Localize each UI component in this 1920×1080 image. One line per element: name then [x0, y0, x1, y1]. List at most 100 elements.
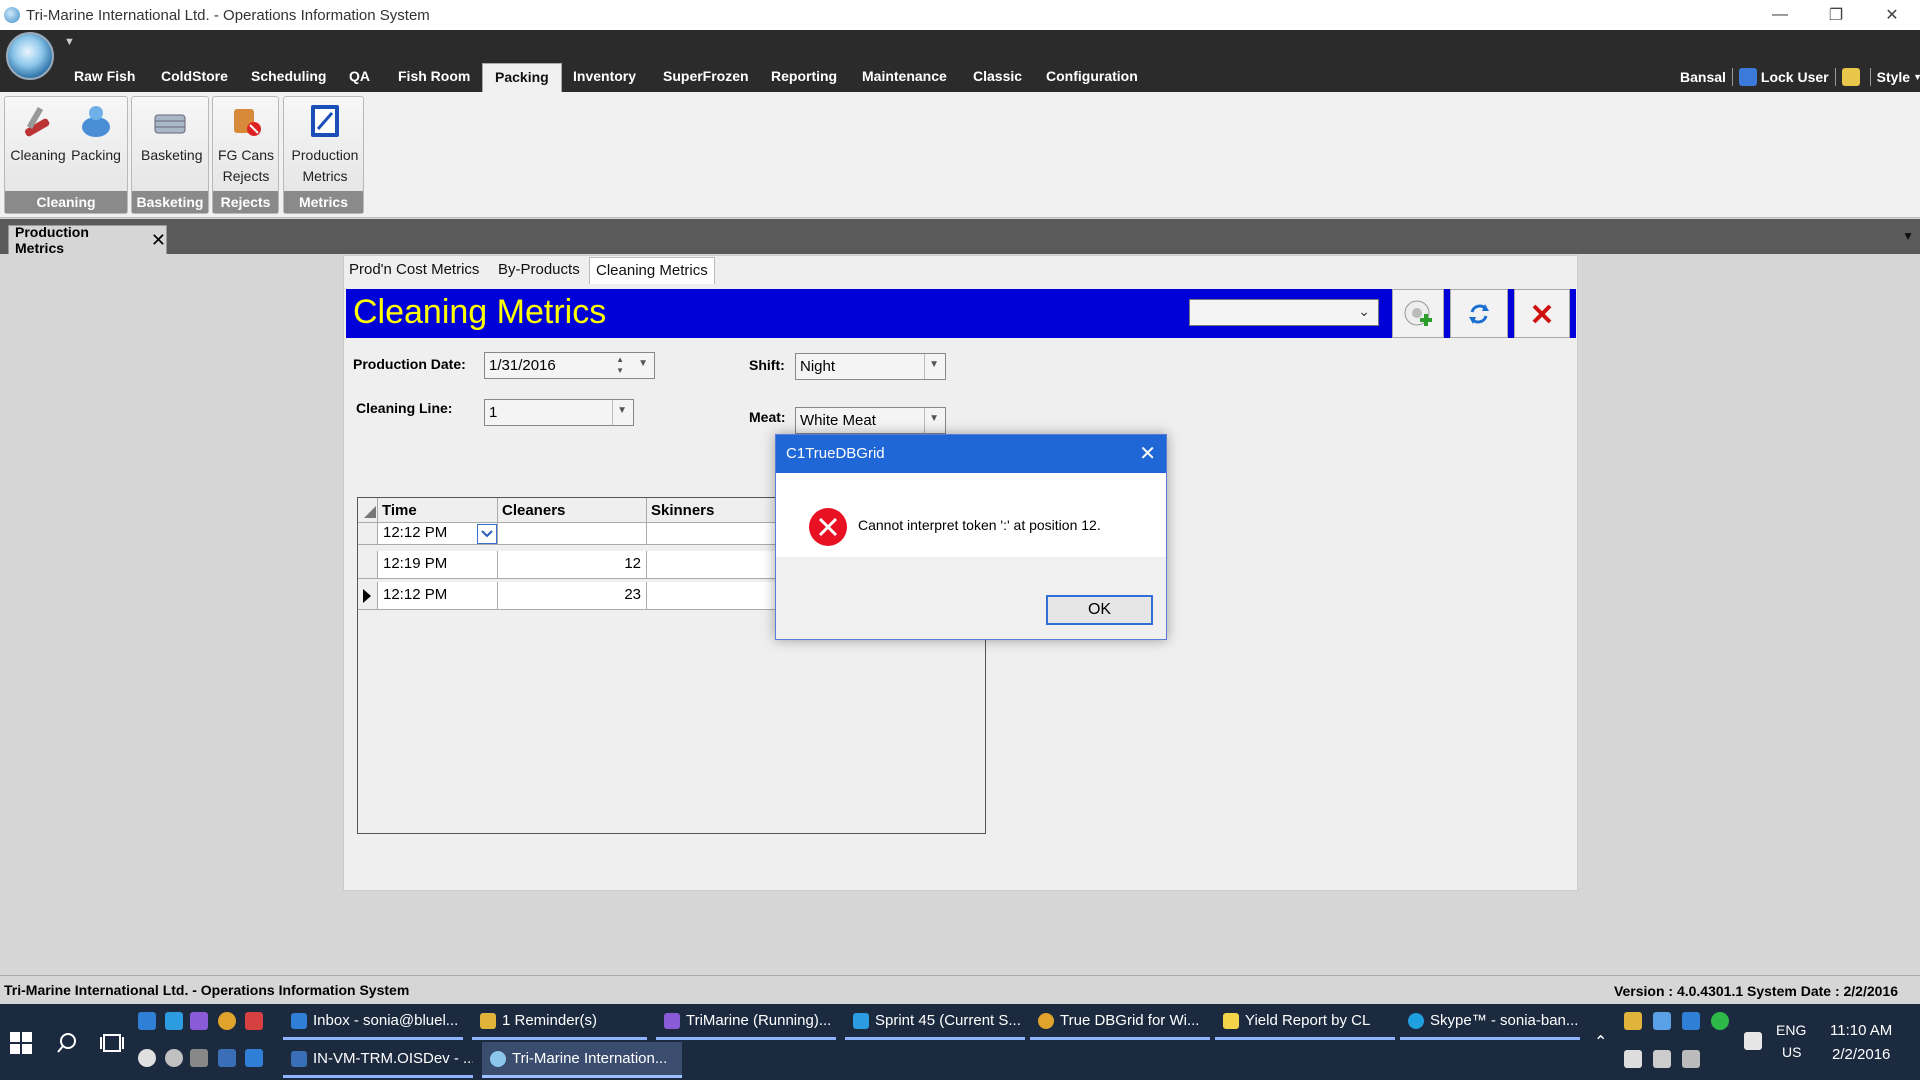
windows-start-icon[interactable]	[10, 1032, 32, 1054]
close-window-button[interactable]: ✕	[1864, 0, 1920, 30]
header-select[interactable]: ⌄	[1189, 299, 1379, 326]
tray-app-icon[interactable]	[1624, 1012, 1642, 1030]
app-icon[interactable]	[245, 1012, 263, 1030]
lock-user-button[interactable]: Lock User	[1761, 69, 1829, 85]
menu-qa[interactable]: QA	[349, 68, 370, 84]
window-title: Tri-Marine International Ltd. - Operatio…	[26, 6, 430, 24]
taskbar-item-inbox[interactable]: Inbox - sonia@bluel...	[283, 1004, 463, 1040]
ribbon-body: Cleaning Packing Cleaning Basketing Bask…	[0, 92, 1920, 218]
table-cell-cleaners[interactable]: 23	[498, 582, 647, 610]
visual-studio-icon[interactable]	[190, 1012, 208, 1030]
add-record-icon	[1404, 300, 1432, 326]
production-date-picker[interactable]: 1/31/2016 ▲ ▼ ▼	[484, 352, 655, 379]
tab-cleaning-metrics[interactable]: Cleaning Metrics	[589, 257, 715, 284]
language-region[interactable]: US	[1782, 1044, 1801, 1060]
meat-select[interactable]: White Meat ▼	[795, 407, 946, 434]
menu-inventory[interactable]: Inventory	[573, 68, 636, 84]
windows-taskbar: Inbox - sonia@bluel... 1 Reminder(s) Tri…	[0, 1004, 1920, 1080]
delete-button[interactable]	[1514, 289, 1570, 338]
column-header-time[interactable]: Time	[378, 498, 498, 523]
menu-scheduling[interactable]: Scheduling	[251, 68, 326, 84]
battery-icon[interactable]	[1624, 1050, 1642, 1068]
table-cell-time[interactable]: 12:19 PM	[378, 551, 498, 579]
cleaning-button[interactable]: Cleaning	[9, 99, 67, 166]
menu-fish-room[interactable]: Fish Room	[398, 68, 470, 84]
tab-prodn-cost-metrics[interactable]: Prod'n Cost Metrics	[343, 257, 485, 284]
tab-production-metrics[interactable]: Production Metrics ✕	[8, 224, 167, 256]
search-icon[interactable]	[56, 1032, 78, 1054]
row-selector-current[interactable]	[358, 582, 378, 610]
menu-superfrozen[interactable]: SuperFrozen	[663, 68, 749, 84]
ie-icon[interactable]	[165, 1012, 183, 1030]
dialog-close-button[interactable]: ✕	[1139, 441, 1156, 466]
tools-icon[interactable]	[190, 1049, 208, 1067]
restore-button[interactable]: ❐	[1808, 0, 1864, 30]
cleaning-line-select[interactable]: 1 ▼	[484, 399, 634, 426]
volume-icon[interactable]	[1682, 1050, 1700, 1068]
row-selector[interactable]	[358, 523, 378, 545]
outlook-icon[interactable]	[1682, 1012, 1700, 1030]
refresh-button[interactable]	[1450, 289, 1508, 338]
remote-desktop-icon	[291, 1050, 307, 1067]
chevron-down-icon[interactable]: ▼	[638, 358, 648, 369]
chevron-down-icon: ▼	[929, 359, 939, 370]
task-view-icon[interactable]	[100, 1033, 124, 1053]
chevron-up-icon[interactable]: ⌃	[1594, 1032, 1607, 1052]
clock-time[interactable]: 11:10 AM	[1830, 1022, 1892, 1039]
style-menu[interactable]: Style	[1877, 69, 1910, 85]
packing-fish-icon	[74, 99, 118, 143]
taskbar-item-remote[interactable]: IN-VM-TRM.OISDev - ...	[283, 1042, 473, 1078]
ribbon-header	[0, 30, 1920, 60]
time-dropdown-button[interactable]	[477, 524, 497, 544]
fg-cans-rejects-button[interactable]: FG Cans Rejects	[217, 99, 275, 187]
basketing-button[interactable]: Basketing	[141, 99, 202, 166]
network-icon[interactable]	[1653, 1050, 1671, 1068]
close-icon[interactable]: ✕	[151, 230, 166, 251]
menu-configuration[interactable]: Configuration	[1046, 68, 1138, 84]
clock-date[interactable]: 2/2/2016	[1832, 1046, 1890, 1063]
taskbar-item-truedbgrid[interactable]: True DBGrid for Wi...	[1030, 1004, 1210, 1040]
table-cell-cleaners[interactable]	[498, 523, 647, 545]
row-selector[interactable]	[358, 551, 378, 579]
dropbox-icon[interactable]	[1653, 1012, 1671, 1030]
add-record-button[interactable]	[1392, 289, 1444, 338]
menu-raw-fish[interactable]: Raw Fish	[74, 68, 135, 84]
messenger-icon[interactable]	[165, 1049, 183, 1067]
quick-access-dropdown-icon[interactable]: ▼	[64, 36, 75, 48]
column-header-cleaners[interactable]: Cleaners	[498, 498, 647, 523]
chevron-down-icon: ▼	[1913, 72, 1920, 82]
page-title: Cleaning Metrics	[353, 293, 607, 331]
menu-maintenance[interactable]: Maintenance	[862, 68, 947, 84]
language-code[interactable]: ENG	[1776, 1022, 1806, 1038]
date-spinner-icon[interactable]: ▲ ▼	[616, 354, 624, 376]
window-titlebar: Tri-Marine International Ltd. - Operatio…	[0, 0, 1920, 30]
table-cell-time[interactable]: 12:12 PM	[378, 582, 498, 610]
taskbar-item-skype[interactable]: Skype™ - sonia-ban...	[1400, 1004, 1580, 1040]
taskbar-item-visual-studio[interactable]: TriMarine (Running)...	[656, 1004, 836, 1040]
menu-coldstore[interactable]: ColdStore	[161, 68, 228, 84]
menu-reporting[interactable]: Reporting	[771, 68, 837, 84]
tab-overflow-icon[interactable]: ▼	[1902, 229, 1914, 243]
taskbar-item-reminder[interactable]: 1 Reminder(s)	[472, 1004, 647, 1040]
ok-button[interactable]: OK	[1046, 595, 1153, 625]
taskbar-item-trimarine[interactable]: Tri-Marine Internation...	[482, 1042, 682, 1078]
taskbar-item-sprint[interactable]: Sprint 45 (Current S...	[845, 1004, 1025, 1040]
production-metrics-button[interactable]: Production Metrics	[290, 99, 360, 187]
shift-select[interactable]: Night ▼	[795, 353, 946, 380]
check-icon[interactable]	[1711, 1012, 1729, 1030]
chrome-icon	[1038, 1012, 1054, 1029]
remote-desktop-icon[interactable]	[218, 1049, 236, 1067]
menu-packing[interactable]: Packing	[482, 63, 562, 93]
application-orb[interactable]	[6, 32, 54, 80]
notification-icon[interactable]	[1744, 1032, 1762, 1050]
smiley-icon[interactable]	[138, 1049, 156, 1067]
outlook-icon[interactable]	[245, 1049, 263, 1067]
menu-classic[interactable]: Classic	[973, 68, 1022, 84]
mail-icon[interactable]	[138, 1012, 156, 1030]
packing-button[interactable]: Packing	[67, 99, 125, 166]
minimize-button[interactable]: —	[1752, 0, 1808, 30]
chrome-icon[interactable]	[218, 1012, 236, 1030]
tab-by-products[interactable]: By-Products	[492, 257, 586, 284]
taskbar-item-yield-report[interactable]: Yield Report by CL	[1215, 1004, 1395, 1040]
table-cell-cleaners[interactable]: 12	[498, 551, 647, 579]
